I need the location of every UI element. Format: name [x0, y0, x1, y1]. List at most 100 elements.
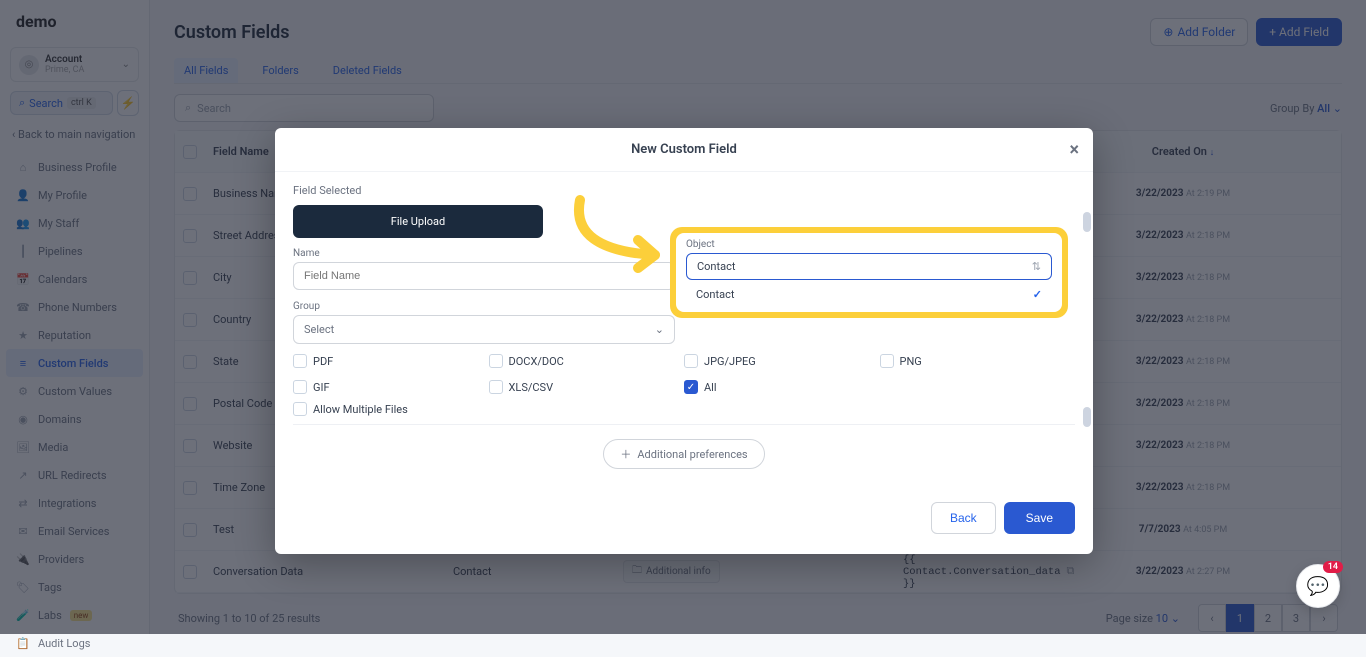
- checkbox[interactable]: [684, 354, 698, 368]
- row-checkbox[interactable]: [183, 565, 197, 579]
- sidebar-item-pipelines[interactable]: ┃Pipelines: [0, 237, 149, 265]
- sidebar-item-my-staff[interactable]: 👥My Staff: [0, 209, 149, 237]
- sidebar-item-reputation[interactable]: ★Reputation: [0, 321, 149, 349]
- nav-icon: ⇄: [16, 496, 30, 510]
- back-button[interactable]: Back: [931, 502, 996, 534]
- page-1[interactable]: 1: [1226, 604, 1254, 632]
- sidebar-item-business-profile[interactable]: ⌂Business Profile: [0, 153, 149, 181]
- nav-icon: ┃: [16, 244, 30, 258]
- sidebar: demo ◎ Account Prime, CA ⌄ ⌕ Search ctrl…: [0, 0, 150, 634]
- unique-key: {{ Contact.Conversation_data }} ⧉: [903, 554, 1073, 590]
- add-folder-button[interactable]: ⊕ Add Folder: [1150, 18, 1248, 46]
- sidebar-item-audit-logs[interactable]: 📋Audit Logs: [0, 629, 149, 657]
- scroll-thumb[interactable]: [1083, 407, 1091, 427]
- allow-multiple-checkbox[interactable]: [293, 402, 307, 416]
- checkbox[interactable]: ✓: [684, 380, 698, 394]
- folder-plus-icon: ⊕: [1163, 25, 1173, 39]
- sidebar-item-custom-fields[interactable]: ≡Custom Fields: [6, 349, 143, 377]
- page-size-select[interactable]: Page size 10 ⌄: [1106, 612, 1180, 625]
- page-3[interactable]: 3: [1282, 604, 1310, 632]
- account-switcher[interactable]: ◎ Account Prime, CA ⌄: [10, 47, 139, 82]
- selected-field-type[interactable]: File Upload: [293, 205, 543, 238]
- checkbox[interactable]: [489, 380, 503, 394]
- tab-folders[interactable]: Folders: [252, 58, 308, 83]
- created-date: 3/22/2023 At 2:18 PM: [1073, 398, 1293, 409]
- search-icon: ⌕: [19, 96, 25, 110]
- filetype-docxdoc[interactable]: DOCX/DOC: [489, 354, 685, 368]
- col-created-on[interactable]: Created On ↓: [1073, 145, 1293, 158]
- account-location: Prime, CA: [45, 65, 116, 75]
- page-next[interactable]: ›: [1310, 604, 1338, 632]
- filetype-all[interactable]: ✓All: [684, 380, 880, 394]
- shortcut-hint: ctrl K: [67, 97, 96, 109]
- page-prev[interactable]: ‹: [1198, 604, 1226, 632]
- sidebar-item-media[interactable]: 🖼Media: [0, 433, 149, 461]
- filetype-pdf[interactable]: PDF: [293, 354, 489, 368]
- created-date: 3/22/2023 At 2:27 PM: [1073, 566, 1293, 577]
- tab-all-fields[interactable]: All Fields: [174, 58, 238, 83]
- nav-icon: 🧪: [16, 608, 30, 622]
- scroll-thumb[interactable]: [1083, 212, 1091, 232]
- sidebar-item-tags[interactable]: 🏷Tags: [0, 573, 149, 601]
- fields-search-input[interactable]: ⌕ Search: [174, 94, 434, 122]
- nav-icon: ⚙: [16, 384, 30, 398]
- avatar-icon: ◎: [19, 55, 39, 75]
- sidebar-search-label: Search: [29, 97, 63, 110]
- tab-deleted-fields[interactable]: Deleted Fields: [323, 58, 412, 83]
- select-all-checkbox[interactable]: [183, 145, 197, 159]
- nav-icon: 👤: [16, 188, 30, 202]
- modal-title: New Custom Field: [631, 142, 737, 157]
- row-checkbox[interactable]: [183, 397, 197, 411]
- checkbox[interactable]: [293, 354, 307, 368]
- sidebar-item-my-profile[interactable]: 👤My Profile: [0, 181, 149, 209]
- row-checkbox[interactable]: [183, 481, 197, 495]
- filetype-png[interactable]: PNG: [880, 354, 1076, 368]
- save-button[interactable]: Save: [1004, 502, 1075, 534]
- sidebar-item-url-redirects[interactable]: ↗URL Redirects: [0, 461, 149, 489]
- sidebar-item-calendars[interactable]: 📅Calendars: [0, 265, 149, 293]
- sidebar-item-domains[interactable]: ◉Domains: [0, 405, 149, 433]
- object-option-contact[interactable]: Contact ✓: [686, 280, 1052, 303]
- new-custom-field-modal: New Custom Field × Field Selected File U…: [275, 128, 1093, 554]
- back-to-main-nav[interactable]: ‹ Back to main navigation: [10, 124, 139, 145]
- group-select[interactable]: Select⌄: [293, 315, 675, 344]
- checkbox[interactable]: [489, 354, 503, 368]
- created-date: 3/22/2023 At 2:18 PM: [1073, 356, 1293, 367]
- checkbox[interactable]: [880, 354, 894, 368]
- row-checkbox[interactable]: [183, 313, 197, 327]
- field-selected-label: Field Selected: [293, 184, 1075, 197]
- close-icon[interactable]: ×: [1069, 139, 1079, 160]
- sidebar-item-labs[interactable]: 🧪Labsnew: [0, 601, 149, 629]
- sidebar-item-custom-values[interactable]: ⚙Custom Values: [0, 377, 149, 405]
- sidebar-item-email-services[interactable]: ✉Email Services: [0, 517, 149, 545]
- row-checkbox[interactable]: [183, 271, 197, 285]
- quick-action-button[interactable]: ⚡: [117, 90, 139, 116]
- nav-icon: ◉: [16, 412, 30, 426]
- row-checkbox[interactable]: [183, 229, 197, 243]
- chevron-down-icon: ⌄: [655, 323, 664, 336]
- page-2[interactable]: 2: [1254, 604, 1282, 632]
- folder-chip: 🗀Additional info: [623, 560, 720, 583]
- filetype-gif[interactable]: GIF: [293, 380, 489, 394]
- page-title: Custom Fields: [174, 22, 290, 43]
- table-row[interactable]: Conversation DataContact🗀Additional info…: [175, 551, 1341, 593]
- group-by-select[interactable]: Group By All ⌄: [1270, 102, 1342, 115]
- object-value: Contact: [453, 565, 623, 578]
- created-date: 3/22/2023 At 2:18 PM: [1073, 230, 1293, 241]
- row-checkbox[interactable]: [183, 439, 197, 453]
- checkbox[interactable]: [293, 380, 307, 394]
- sidebar-search[interactable]: ⌕ Search ctrl K: [10, 91, 113, 115]
- filetype-jpgjpeg[interactable]: JPG/JPEG: [684, 354, 880, 368]
- sidebar-item-providers[interactable]: 🔌Providers: [0, 545, 149, 573]
- add-field-button[interactable]: + Add Field: [1256, 18, 1342, 46]
- filetype-xlscsv[interactable]: XLS/CSV: [489, 380, 685, 394]
- row-checkbox[interactable]: [183, 355, 197, 369]
- chat-fab[interactable]: 💬 14: [1296, 564, 1340, 608]
- object-select[interactable]: Contact ⇅: [686, 253, 1052, 280]
- row-checkbox[interactable]: [183, 523, 197, 537]
- sidebar-item-phone-numbers[interactable]: ☎Phone Numbers: [0, 293, 149, 321]
- sidebar-item-integrations[interactable]: ⇄Integrations: [0, 489, 149, 517]
- additional-preferences-button[interactable]: ＋ Additional preferences: [603, 439, 764, 469]
- sort-desc-icon: ↓: [1210, 148, 1215, 158]
- row-checkbox[interactable]: [183, 187, 197, 201]
